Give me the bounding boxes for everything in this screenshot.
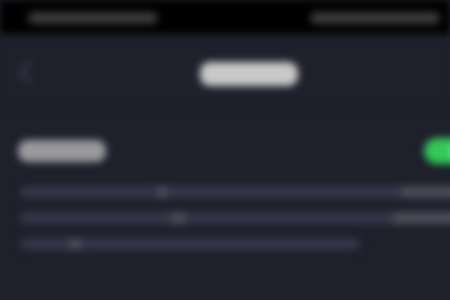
- description-word-block: [20, 238, 70, 250]
- screen: [0, 0, 450, 300]
- setting-label: [18, 140, 106, 162]
- status-bar-right-text: [310, 12, 440, 24]
- description-word-block: [80, 238, 360, 250]
- description-word-block: [166, 186, 402, 198]
- status-bar: [0, 0, 450, 34]
- description-word-block: [20, 186, 158, 198]
- description-word-block: [20, 212, 172, 224]
- setting-toggle[interactable]: [424, 138, 450, 164]
- chevron-left-icon[interactable]: [18, 60, 43, 85]
- description-word-block: [184, 212, 394, 224]
- navigation-bar: [0, 34, 450, 106]
- status-bar-left-text: [28, 12, 158, 24]
- blurred-content: [0, 0, 450, 300]
- page-title: [200, 62, 298, 86]
